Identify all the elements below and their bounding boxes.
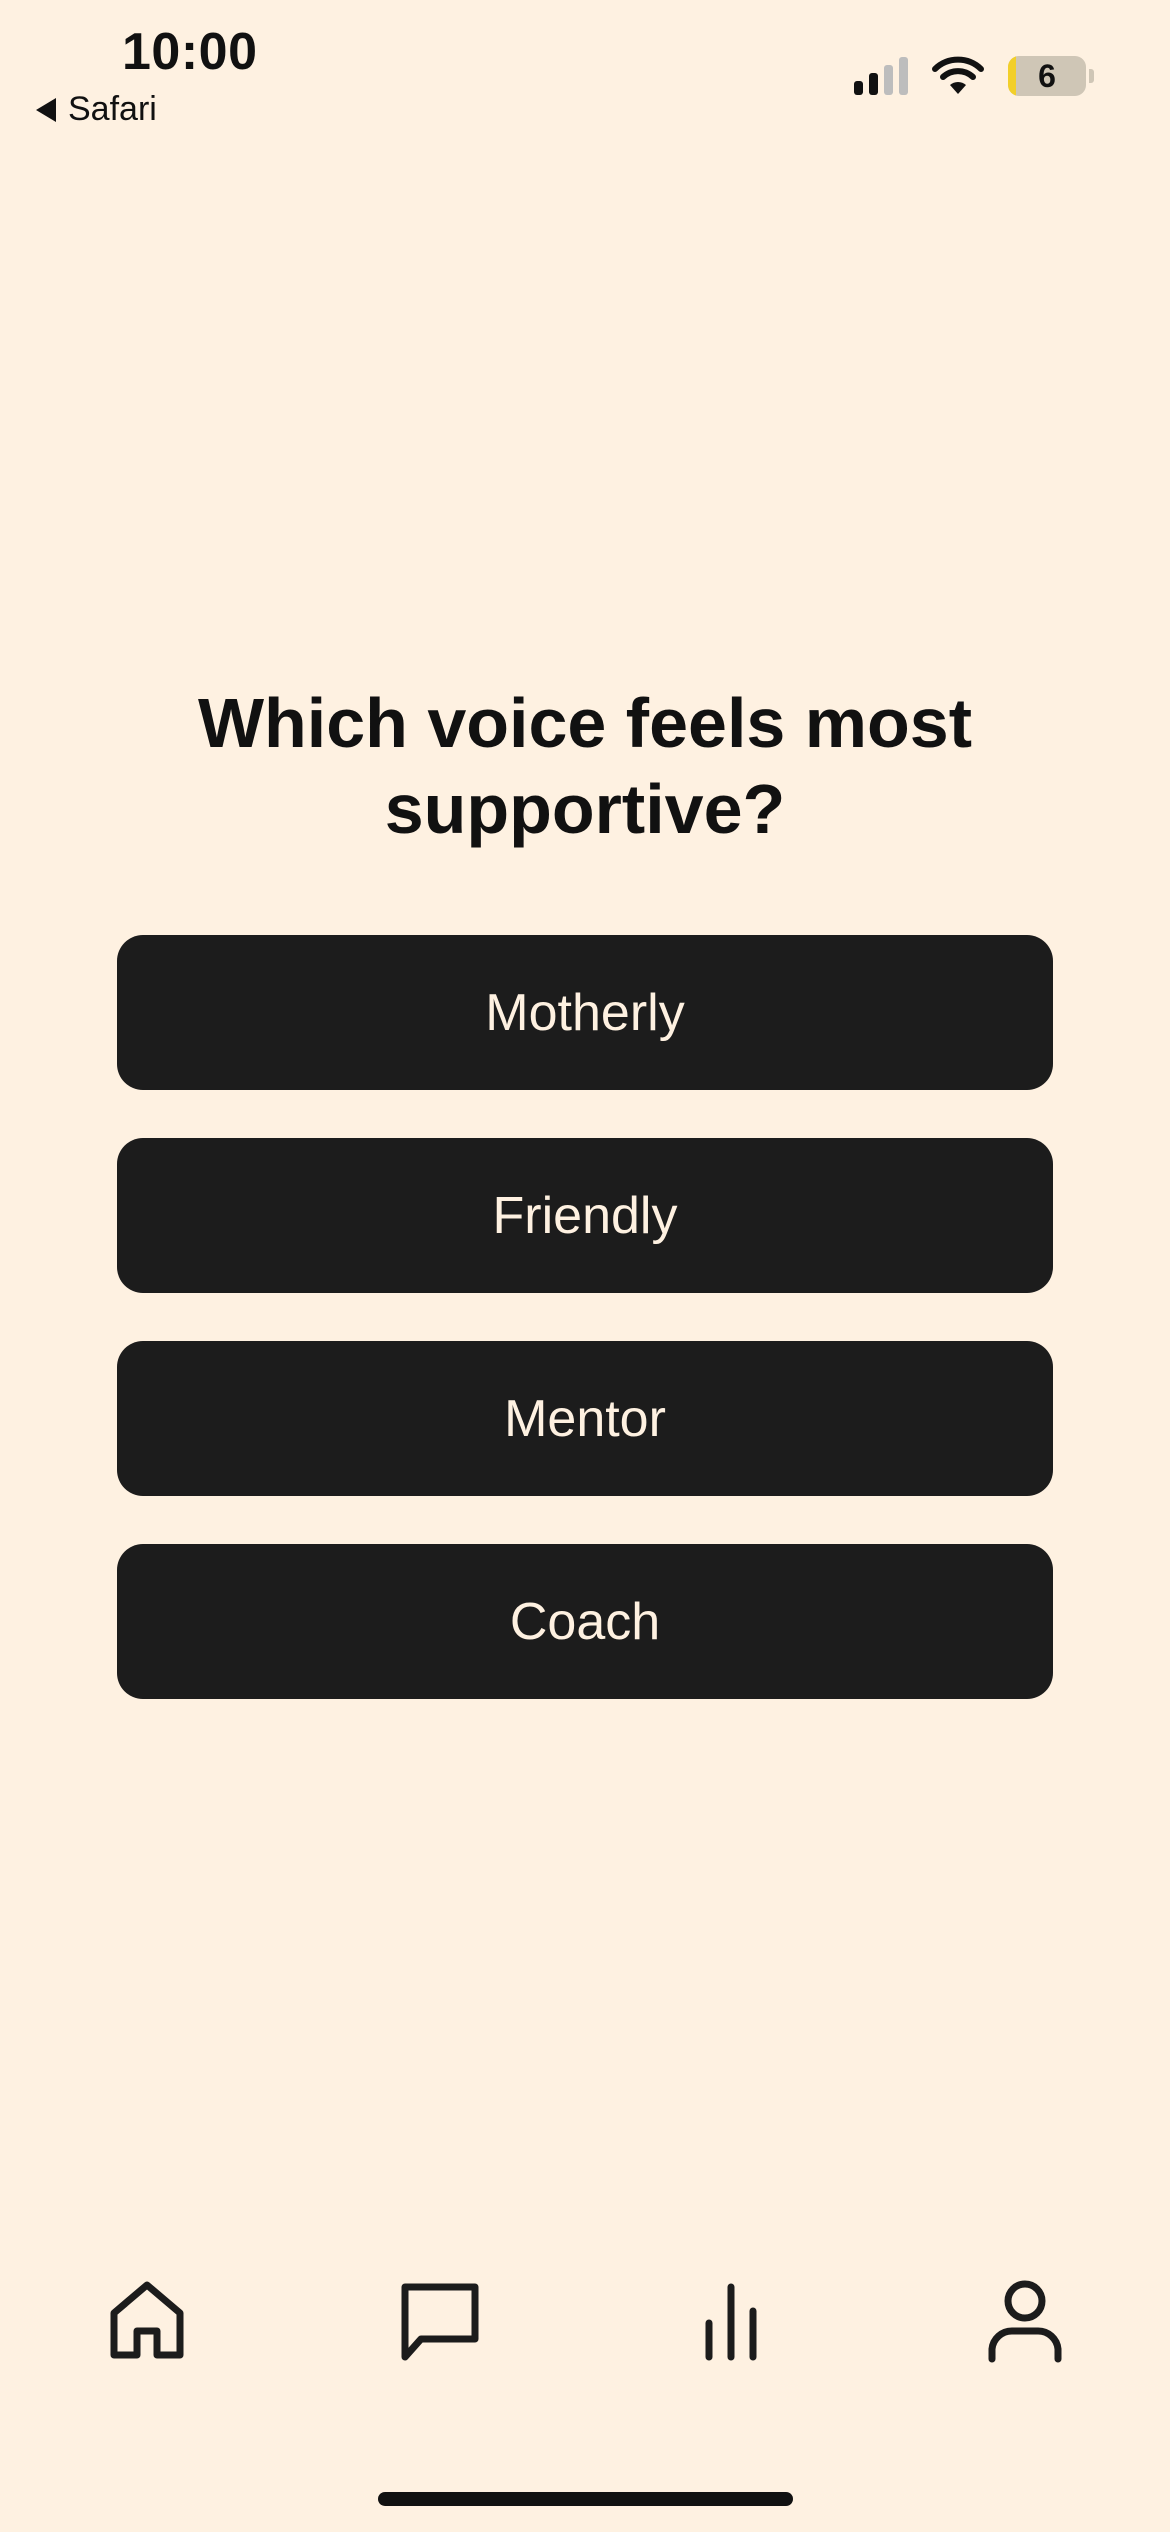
status-indicators: 6 (854, 56, 1094, 96)
option-friendly-button[interactable]: Friendly (117, 1138, 1053, 1293)
back-app-label: Safari (68, 90, 157, 128)
back-arrow-icon (36, 97, 56, 122)
tab-profile[interactable] (975, 2270, 1075, 2370)
chat-icon (401, 2283, 479, 2361)
home-icon (110, 2281, 184, 2359)
tab-stats[interactable] (681, 2270, 781, 2370)
tab-chat[interactable] (390, 2270, 490, 2370)
profile-icon (988, 2280, 1062, 2363)
voice-options: Motherly Friendly Mentor Coach (117, 935, 1053, 1699)
question-title: Which voice feels most supportive? (197, 684, 973, 848)
option-motherly-button[interactable]: Motherly (117, 935, 1053, 1090)
signal-icon (854, 57, 908, 95)
home-indicator[interactable] (378, 2492, 793, 2506)
option-mentor-button[interactable]: Mentor (117, 1341, 1053, 1496)
stats-icon (705, 2283, 757, 2361)
tab-bar (0, 2270, 1170, 2370)
status-time: 10:00 (122, 23, 258, 81)
screen: 10:00 Safari 6 Which voice feels most su… (0, 0, 1170, 2532)
battery-level: 6 (1038, 57, 1056, 94)
battery-icon: 6 (1008, 56, 1094, 96)
back-to-safari-button[interactable]: Safari (36, 90, 157, 129)
wifi-icon (932, 56, 984, 94)
tab-home[interactable] (97, 2270, 197, 2370)
option-coach-button[interactable]: Coach (117, 1544, 1053, 1699)
